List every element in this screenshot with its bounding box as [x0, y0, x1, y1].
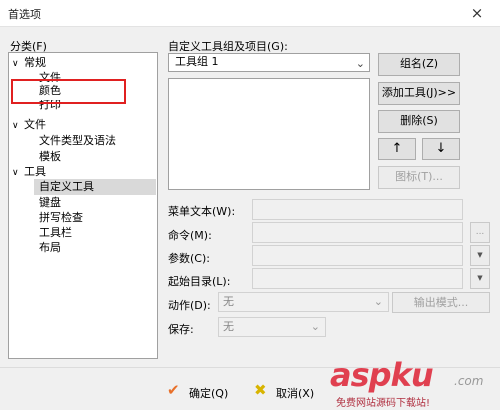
rename-group-button[interactable]: 组名(Z) — [378, 53, 460, 76]
tool-group-select[interactable]: 工具组 1 ⌄ — [168, 53, 370, 72]
expander-icon[interactable]: ∨ — [12, 165, 24, 181]
action-label: 动作(D): — [168, 299, 211, 312]
tree-item-templates[interactable]: 模板 — [39, 149, 61, 165]
browse-command-button[interactable]: ... — [470, 222, 490, 243]
tree-item-tools[interactable]: ∨ 工具 — [12, 164, 46, 180]
tree-item-toolbar[interactable]: 工具栏 — [39, 225, 72, 241]
menu-text-field[interactable] — [252, 199, 463, 220]
start-dir-label: 起始目录(L): — [168, 275, 231, 288]
tree-item-layout[interactable]: 布局 — [39, 240, 61, 256]
add-tool-button[interactable]: 添加工具(J)>> — [378, 82, 460, 105]
start-dir-field[interactable] — [252, 268, 463, 289]
expander-icon[interactable]: ∨ — [12, 56, 24, 72]
command-field[interactable] — [252, 222, 463, 243]
tree-item-spellcheck[interactable]: 拼写检查 — [39, 210, 83, 226]
params-label: 参数(C): — [168, 252, 210, 265]
save-label: 保存: — [168, 323, 194, 336]
output-mode-button[interactable]: 输出模式... — [392, 292, 490, 313]
save-select[interactable]: 无 ⌄ — [218, 317, 326, 337]
watermark-tagline: 免费网站源码下载站! — [336, 398, 431, 409]
action-select[interactable]: 无 ⌄ — [218, 292, 389, 312]
move-down-button[interactable]: ↓ — [422, 138, 460, 160]
watermark-suffix: .com — [454, 374, 484, 388]
delete-button[interactable]: 删除(S) — [378, 110, 460, 133]
tree-item-general[interactable]: ∨ 常规 — [12, 55, 46, 71]
watermark-brand: aspku — [330, 356, 434, 394]
title-bar: 首选项 × — [0, 0, 500, 27]
command-label: 命令(M): — [168, 229, 212, 242]
menu-text-label: 菜单文本(W): — [168, 205, 236, 218]
highlight-box — [11, 79, 126, 104]
watermark: aspku .com 免费网站源码下载站! — [330, 356, 498, 409]
tree-item-custom-tools[interactable]: 自定义工具 — [34, 179, 156, 195]
expander-icon[interactable]: ∨ — [12, 118, 24, 134]
window-title: 首选项 — [8, 8, 41, 21]
chevron-down-icon: ⌄ — [310, 320, 320, 333]
move-up-button[interactable]: ↑ — [378, 138, 416, 160]
cancel-button[interactable]: ✖ 取消(X) — [250, 381, 330, 401]
cancel-icon: ✖ — [254, 381, 267, 399]
tree-item-filetypes[interactable]: 文件类型及语法 — [39, 133, 116, 149]
start-dir-dropdown-button[interactable]: ▼ — [470, 268, 490, 289]
icon-button[interactable]: 图标(T)... — [378, 166, 460, 189]
params-field[interactable] — [252, 245, 463, 266]
ok-button[interactable]: ✔ 确定(Q) — [163, 381, 243, 401]
chevron-down-icon: ⌄ — [373, 295, 383, 308]
chevron-down-icon: ⌄ — [355, 57, 365, 70]
custom-tools-label: 自定义工具组及项目(G): — [168, 40, 288, 53]
tree-item-files[interactable]: ∨ 文件 — [12, 117, 46, 133]
checkmark-icon: ✔ — [167, 381, 180, 399]
tree-item-keyboard[interactable]: 键盘 — [39, 195, 61, 211]
params-dropdown-button[interactable]: ▼ — [470, 245, 490, 266]
tool-list[interactable] — [168, 78, 370, 190]
close-icon[interactable]: × — [466, 3, 488, 23]
